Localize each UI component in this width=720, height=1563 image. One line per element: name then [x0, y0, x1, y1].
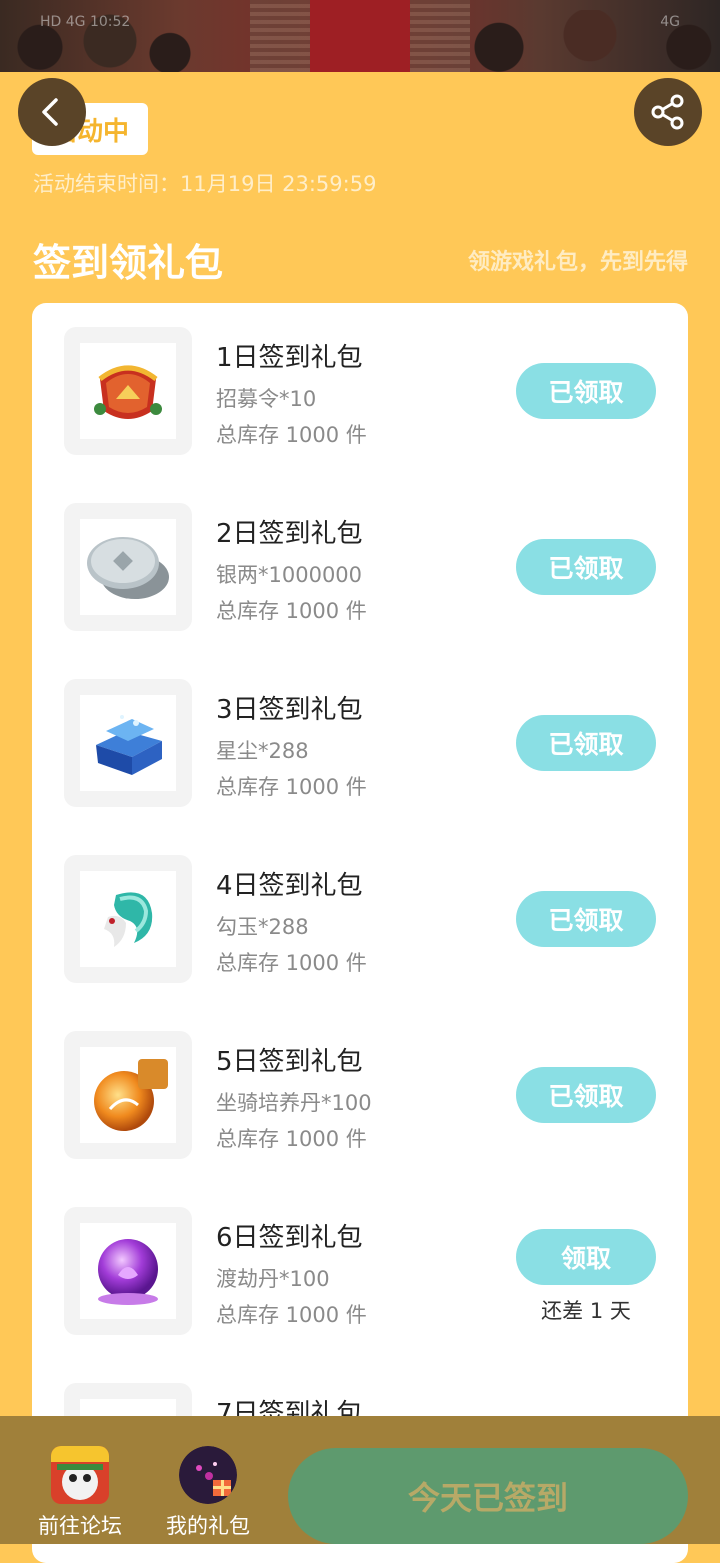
- gift-title: 3日签到礼包: [216, 695, 363, 725]
- status-bar-right: 4G: [660, 14, 680, 30]
- gift-content: 招募令*10: [216, 387, 317, 411]
- share-button[interactable]: [634, 78, 702, 146]
- days-remaining: 还差 1 天: [541, 1299, 631, 1323]
- back-button[interactable]: [18, 78, 86, 146]
- bottom-action-bar: 前往论坛 我的礼包 今天已签到: [0, 1416, 720, 1544]
- stardust-chest-icon: [96, 715, 162, 775]
- signed-in-button[interactable]: 今天已签到: [288, 1448, 688, 1544]
- gift-stock: 总库存 1000 件: [216, 599, 367, 623]
- gift-content: 勾玉*288: [216, 915, 309, 939]
- gift-thumbnail: [64, 679, 192, 807]
- gift-content: 渡劫丹*100: [216, 1267, 330, 1291]
- gift-title: 5日签到礼包: [216, 1047, 363, 1077]
- my-gifts-icon: [179, 1446, 237, 1504]
- my-gifts-link[interactable]: 我的礼包: [153, 1446, 263, 1540]
- gift-list-card: 1日签到礼包 招募令*10 总库存 1000 件 已领取 2日签到礼包 银两*1…: [32, 303, 688, 1563]
- gift-thumbnail: [64, 1031, 192, 1159]
- gift-stock: 总库存 1000 件: [216, 423, 367, 447]
- my-gifts-label: 我的礼包: [166, 1514, 250, 1538]
- gift-thumbnail: [64, 327, 192, 455]
- gift-title: 2日签到礼包: [216, 519, 363, 549]
- forum-label: 前往论坛: [38, 1514, 122, 1538]
- magatama-icon: [104, 892, 153, 947]
- gift-item-day-4: 4日签到礼包 勾玉*288 总库存 1000 件 已领取: [32, 831, 688, 1007]
- top-banner-image: HD 4G 10:52 4G: [0, 0, 720, 72]
- silver-coin-icon: [87, 537, 169, 599]
- claimed-button[interactable]: 已领取: [516, 363, 656, 419]
- gift-item-day-6: 6日签到礼包 渡劫丹*100 总库存 1000 件 领取 还差 1 天: [32, 1183, 688, 1359]
- gift-content: 星尘*288: [216, 739, 309, 763]
- section-subtitle: 领游戏礼包，先到先得: [467, 250, 688, 275]
- activity-end-time: 活动结束时间：11月19日 23:59:59: [33, 172, 377, 196]
- gift-thumbnail: [64, 1207, 192, 1335]
- claimed-button[interactable]: 已领取: [516, 1067, 656, 1123]
- claimed-button[interactable]: 已领取: [516, 891, 656, 947]
- gift-thumbnail: [64, 855, 192, 983]
- claimed-button[interactable]: 已领取: [516, 539, 656, 595]
- gift-stock: 总库存 1000 件: [216, 1127, 367, 1151]
- gift-title: 6日签到礼包: [216, 1223, 363, 1253]
- gift-item-day-2: 2日签到礼包 银两*1000000 总库存 1000 件 已领取: [32, 479, 688, 655]
- game-avatar-icon: [51, 1446, 109, 1504]
- tribulation-pill-icon: [98, 1239, 158, 1305]
- gift-thumbnail: [64, 503, 192, 631]
- gift-stock: 总库存 1000 件: [216, 1303, 367, 1327]
- gift-content: 坐骑培养丹*100: [216, 1091, 372, 1115]
- gift-title: 4日签到礼包: [216, 871, 363, 901]
- chevron-left-icon: [42, 98, 58, 126]
- share-icon: [651, 94, 684, 130]
- gift-item-day-5: 5日签到礼包 坐骑培养丹*100 总库存 1000 件 已领取: [32, 1007, 688, 1183]
- section-title: 签到领礼包: [33, 241, 224, 285]
- claimed-button[interactable]: 已领取: [516, 715, 656, 771]
- gift-stock: 总库存 1000 件: [216, 951, 367, 975]
- claim-button[interactable]: 领取: [516, 1229, 656, 1285]
- gift-item-day-3: 3日签到礼包 星尘*288 总库存 1000 件 已领取: [32, 655, 688, 831]
- status-bar: HD 4G 10:52 4G: [40, 14, 680, 38]
- gift-title: 1日签到礼包: [216, 343, 363, 373]
- recruit-token-icon: [94, 365, 162, 419]
- mount-pill-icon: [94, 1059, 168, 1131]
- gift-content: 银两*1000000: [216, 563, 363, 587]
- forum-link[interactable]: 前往论坛: [25, 1446, 135, 1540]
- gift-stock: 总库存 1000 件: [216, 775, 367, 799]
- status-bar-left: HD 4G 10:52: [40, 14, 131, 30]
- gift-item-day-1: 1日签到礼包 招募令*10 总库存 1000 件 已领取: [32, 303, 688, 479]
